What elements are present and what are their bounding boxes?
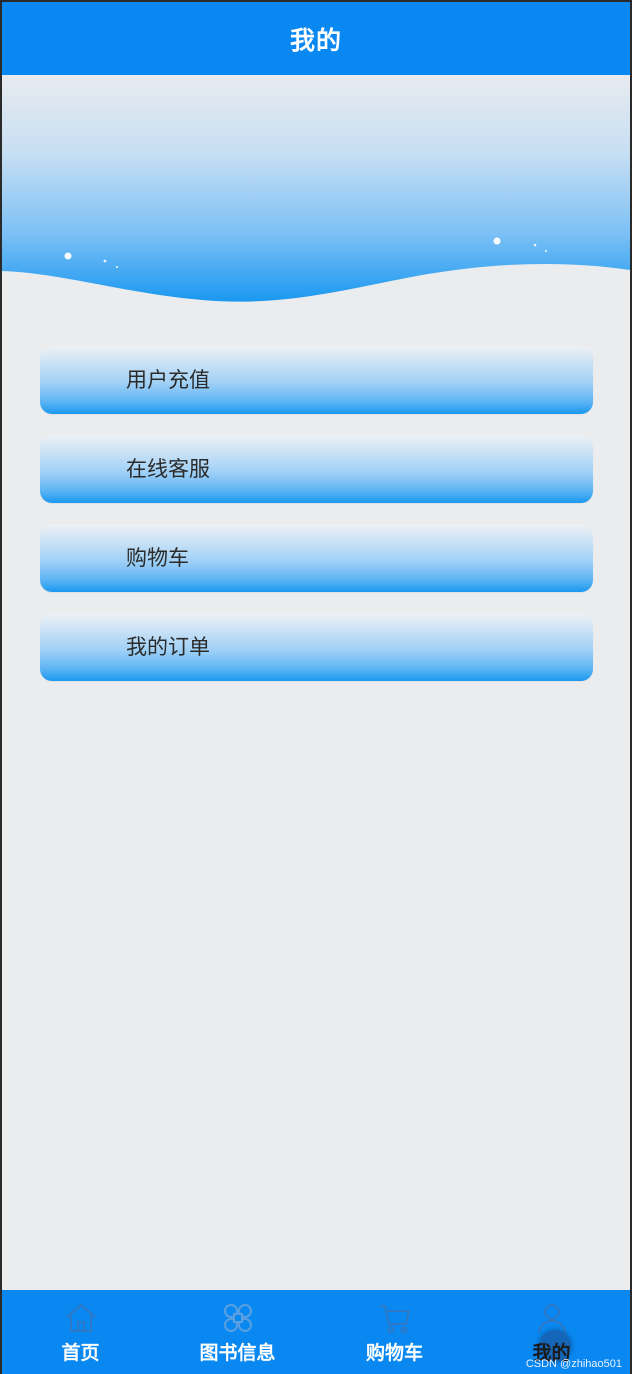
menu-item-label: 在线客服 bbox=[126, 457, 210, 481]
tab-label: 首页 bbox=[61, 1342, 100, 1364]
menu-item-label: 购物车 bbox=[126, 546, 189, 570]
watermark: CSDN @zhihao501 bbox=[525, 1358, 622, 1370]
bottom-tab-bar: 首页 图书信息 购物车 我的 CSDN @zhihao501 bbox=[2, 1290, 630, 1374]
tab-label: 购物车 bbox=[365, 1342, 423, 1364]
menu-item-recharge[interactable]: 用户充值 bbox=[40, 346, 593, 414]
command-icon bbox=[223, 1304, 252, 1332]
profile-menu: 用户充值 在线客服 购物车 我的订单 bbox=[40, 346, 593, 702]
menu-item-label: 用户充值 bbox=[126, 368, 210, 392]
page-title: 我的 bbox=[289, 25, 342, 55]
menu-item-shopping-cart[interactable]: 购物车 bbox=[40, 524, 593, 592]
tab-label: 图书信息 bbox=[199, 1342, 276, 1364]
menu-item-label: 我的订单 bbox=[126, 635, 210, 659]
tab-book-info[interactable]: 图书信息 bbox=[159, 1290, 316, 1374]
wave-banner bbox=[2, 75, 630, 315]
menu-item-customer-service[interactable]: 在线客服 bbox=[40, 435, 593, 503]
tab-shopping-cart[interactable]: 购物车 bbox=[316, 1290, 473, 1374]
menu-item-my-orders[interactable]: 我的订单 bbox=[40, 613, 593, 681]
tab-home[interactable]: 首页 bbox=[2, 1290, 159, 1374]
top-navigation-bar: 我的 bbox=[2, 2, 630, 75]
app-frame: 我的 用户充值 在线客服 购物车 我的订单 首页 图书信息 购物车 我的 CSD… bbox=[0, 0, 632, 1374]
home-icon bbox=[65, 1304, 96, 1332]
cart-icon bbox=[379, 1305, 410, 1334]
